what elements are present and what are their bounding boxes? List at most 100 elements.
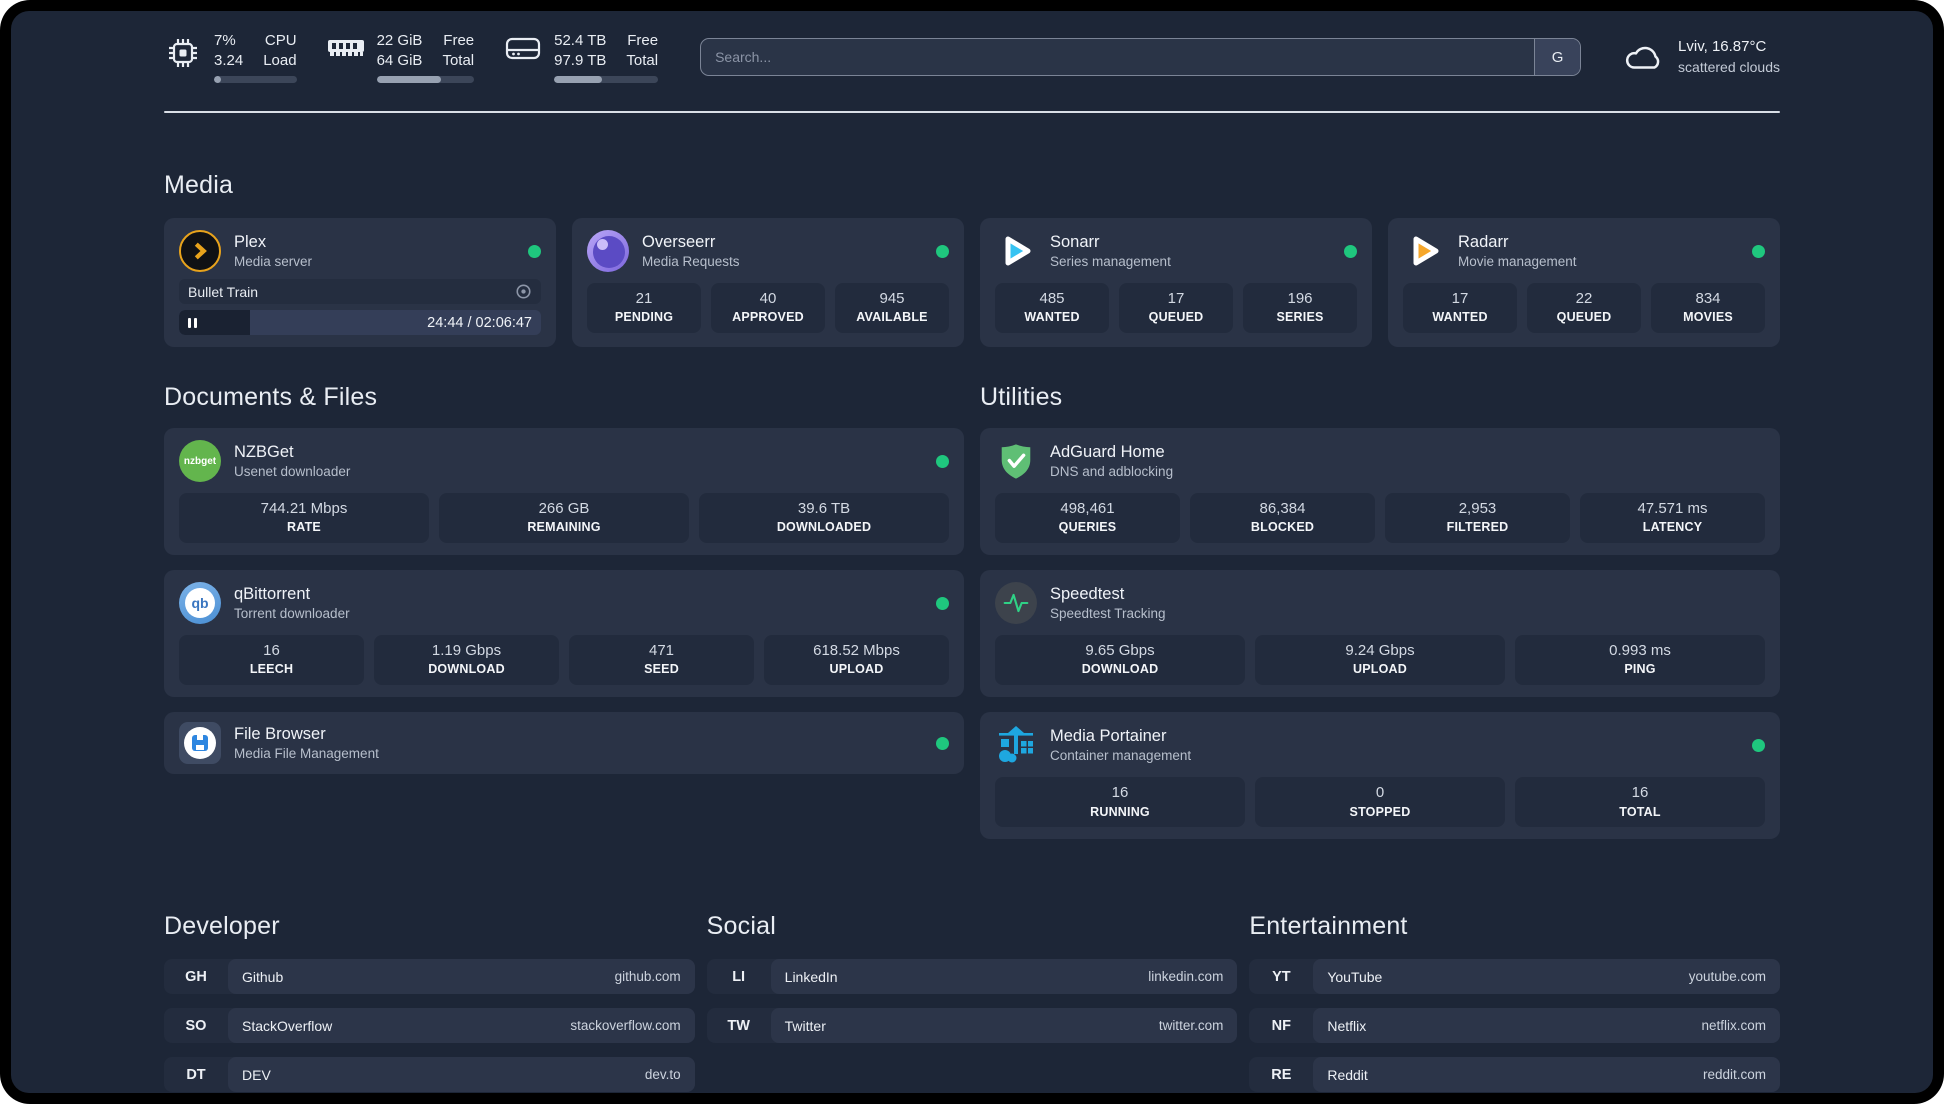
bookmark-abbr: GH <box>185 968 207 985</box>
bookmark-linkedin[interactable]: LI LinkedIn linkedin.com <box>706 959 1238 995</box>
bookmark-abbr: SO <box>185 1017 207 1034</box>
stat-tile: 86,384 BLOCKED <box>1190 493 1375 544</box>
bookmark-name: Twitter <box>784 1017 826 1034</box>
bookmark-dev[interactable]: DT DEV dev.to <box>164 1057 695 1093</box>
bookmark-abbr: RE <box>1271 1066 1292 1083</box>
stat-tile: 196 SERIES <box>1243 283 1357 334</box>
filebrowser-icon <box>179 722 221 765</box>
bookmark-github[interactable]: GH Github github.com <box>164 959 695 995</box>
service-name: Sonarr <box>1050 232 1100 251</box>
disk-free-value: 52.4 TB <box>554 32 607 49</box>
stat-tile: 16 LEECH <box>179 635 364 686</box>
status-dot <box>528 244 541 258</box>
service-card-plex[interactable]: Plex Media server Bullet Train 24:44 / 0… <box>164 218 556 347</box>
memory-free-value: 22 GiB <box>376 32 423 49</box>
bookmark-name: YouTube <box>1327 968 1383 985</box>
service-card-radarr[interactable]: Radarr Movie management 17 WANTED 22 QUE… <box>1388 218 1780 347</box>
bookmark-youtube[interactable]: YT YouTube youtube.com <box>1249 959 1780 995</box>
stat-tile: 47.571 ms LATENCY <box>1580 493 1765 544</box>
weather-widget: Lviv, 16.87°C scattered clouds <box>1623 36 1780 78</box>
stat-tile: 744.21 Mbps RATE <box>179 493 429 544</box>
bookmark-netflix[interactable]: NF Netflix netflix.com <box>1249 1008 1780 1044</box>
service-name: qBittorrent <box>234 584 311 603</box>
utilities-column: Utilities AdGuard Home DNS and adblockin… <box>980 383 1780 854</box>
service-description: Media File Management <box>234 746 379 762</box>
service-card-adguard[interactable]: AdGuard Home DNS and adblocking 498,461 … <box>980 428 1780 556</box>
service-card-filebrowser[interactable]: File Browser Media File Management <box>164 712 964 775</box>
nzbget-icon: nzbget <box>179 440 221 482</box>
radarr-icon <box>1403 230 1445 272</box>
stat-tile: 17 WANTED <box>1403 283 1517 334</box>
stat-tile: 1.19 Gbps DOWNLOAD <box>374 635 559 686</box>
bookmark-abbr: DT <box>186 1066 206 1083</box>
disk-icon <box>504 35 542 63</box>
search-engine-button[interactable]: G <box>1534 39 1581 75</box>
service-card-nzbget[interactable]: nzbget NZBGet Usenet downloader 744.21 M… <box>164 428 964 556</box>
stat-tile: 16 RUNNING <box>995 777 1245 828</box>
bookmark-abbr: LI <box>732 968 746 985</box>
service-name: AdGuard Home <box>1050 442 1165 461</box>
bookmarks-social: Social LI LinkedIn linkedin.com TW Twitt… <box>706 912 1238 1093</box>
bookmark-twitter[interactable]: TW Twitter twitter.com <box>706 1008 1238 1044</box>
stat-tile: 498,461 QUERIES <box>995 493 1180 544</box>
service-card-portainer[interactable]: Media Portainer Container management 16 … <box>980 712 1780 840</box>
now-playing-title: Bullet Train <box>188 283 259 300</box>
bookmark-name: DEV <box>242 1066 271 1083</box>
status-dot <box>936 244 949 258</box>
service-card-qbittorrent[interactable]: qb qBittorrent Torrent downloader 16 LEE… <box>164 570 964 698</box>
bookmark-url: stackoverflow.com <box>570 1018 681 1034</box>
bookmark-abbr: TW <box>727 1017 750 1034</box>
status-dot <box>936 596 949 610</box>
bookmark-stackoverflow[interactable]: SO StackOverflow stackoverflow.com <box>164 1008 695 1044</box>
service-description: Series management <box>1050 253 1171 269</box>
service-card-sonarr[interactable]: Sonarr Series management 485 WANTED 17 Q… <box>980 218 1372 347</box>
service-description: Media Requests <box>642 253 740 269</box>
memory-widget: 22 GiB 64 GiB Free Total <box>327 31 475 83</box>
bookmarks-developer: Developer GH Github github.com SO StackO… <box>164 912 695 1093</box>
memory-free-label: Free <box>443 32 475 49</box>
memory-icon <box>327 35 365 61</box>
service-name: Speedtest <box>1050 584 1125 603</box>
stat-tile: 834 MOVIES <box>1651 283 1765 334</box>
weather-condition: scattered clouds <box>1678 58 1780 75</box>
stat-tile: 22 QUEUED <box>1527 283 1641 334</box>
service-description: Usenet downloader <box>234 463 351 479</box>
cpu-label: CPU <box>264 32 297 49</box>
status-dot <box>1344 244 1357 258</box>
search-input[interactable] <box>700 38 1582 76</box>
memory-total-value: 64 GiB <box>376 51 423 69</box>
service-card-speedtest[interactable]: Speedtest Speedtest Tracking 9.65 Gbps D… <box>980 570 1780 698</box>
bookmark-url: youtube.com <box>1688 969 1766 985</box>
system-widgets: 7% 3.24 CPU Load 22 GiB 64 GiB Free Tota… <box>164 31 659 83</box>
section-title-developer: Developer <box>164 912 280 941</box>
bookmark-name: Github <box>242 968 284 985</box>
service-description: Speedtest Tracking <box>1050 606 1166 622</box>
bookmark-abbr: YT <box>1272 968 1291 985</box>
section-title-entertainment: Entertainment <box>1249 912 1408 941</box>
service-name: File Browser <box>234 724 326 743</box>
bookmark-name: LinkedIn <box>784 968 838 985</box>
disk-widget: 52.4 TB 97.9 TB Free Total <box>504 31 659 83</box>
service-name: Radarr <box>1458 232 1509 251</box>
service-card-overseerr[interactable]: Overseerr Media Requests 21 PENDING 40 A… <box>572 218 964 347</box>
memory-progress-bar <box>376 76 475 83</box>
stat-tile: 9.65 Gbps DOWNLOAD <box>995 635 1245 686</box>
stat-tile: 945 AVAILABLE <box>835 283 949 334</box>
status-dot <box>1752 244 1765 258</box>
stat-tile: 485 WANTED <box>995 283 1109 334</box>
bookmark-reddit[interactable]: RE Reddit reddit.com <box>1249 1057 1780 1093</box>
screen-frame: 7% 3.24 CPU Load 22 GiB 64 GiB Free Tota… <box>0 0 1944 1104</box>
bookmark-name: Reddit <box>1327 1066 1368 1083</box>
service-description: Media server <box>234 253 313 269</box>
weather-location: Lviv, 16.87°C <box>1678 38 1767 56</box>
dashboard: 7% 3.24 CPU Load 22 GiB 64 GiB Free Tota… <box>11 11 1933 1093</box>
stat-tile: 0 STOPPED <box>1255 777 1505 828</box>
pause-icon[interactable] <box>188 317 197 328</box>
stat-tile: 266 GB REMAINING <box>439 493 689 544</box>
bookmark-name: Netflix <box>1327 1017 1367 1034</box>
service-description: Movie management <box>1458 253 1577 269</box>
disk-total-value: 97.9 TB <box>554 51 607 69</box>
session-icon[interactable] <box>515 283 532 300</box>
stat-tile: 9.24 Gbps UPLOAD <box>1255 635 1505 686</box>
cpu-load-value: 3.24 <box>214 51 244 69</box>
